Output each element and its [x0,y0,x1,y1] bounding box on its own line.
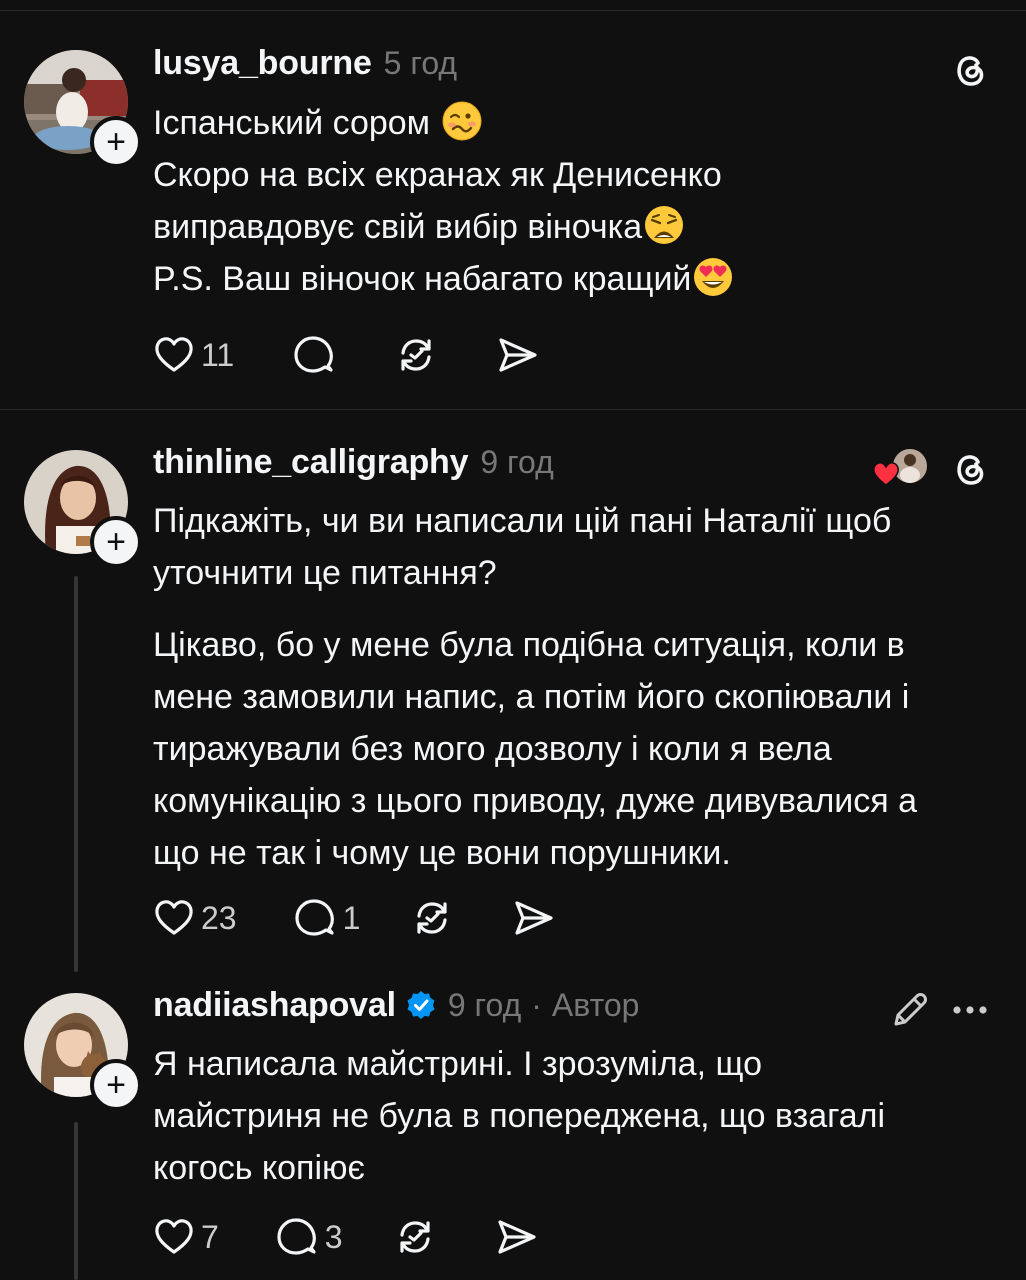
username[interactable]: lusya_bourne [153,44,372,83]
threads-logo-icon[interactable] [948,47,992,91]
post-divider [0,409,1026,410]
heart-icon [155,1219,193,1254]
post-time: 5 год [383,45,458,81]
body-line: когось копіює [153,1149,365,1187]
edit-pencil-icon[interactable] [888,988,932,1032]
reply-button[interactable] [292,333,336,377]
post-body: Підкажіть, чи ви написали цій пані Натал… [153,495,917,879]
send-icon [515,901,553,935]
post-actions: 11 [153,333,540,377]
post-actions: 23 1 [153,896,556,940]
share-button[interactable] [496,333,540,377]
reply-count: 3 [324,1218,343,1255]
body-line: мене замовили напис, а потім його скопію… [153,678,910,716]
body-line: Скоро на всіх екранах як Денисенко [153,156,722,194]
like-count: 11 [201,336,235,373]
username[interactable]: nadiiashapoval [153,986,396,1025]
body-line: уточнити це питання? [153,554,497,592]
meta-separator: · [531,987,542,1023]
post-header: nadiiashapoval 9 год · Автор [153,986,639,1030]
body-line: Іспанський сором [153,104,440,142]
repost-button[interactable] [410,896,454,940]
body-line: Підкажіть, чи ви написали цій пані Натал… [153,502,892,540]
body-line: P.S. Ваш віночок набагато кращий [153,260,692,298]
body-line: Цікаво, бо у мене була подібна ситуація,… [153,626,905,664]
follow-plus-button[interactable]: + [90,516,142,568]
like-count: 7 [201,1218,219,1255]
comment-bubble-icon [294,899,334,936]
follow-plus-button[interactable]: + [90,116,142,168]
body-line: виправдовує свій вибір віночка [153,208,643,246]
share-button[interactable] [512,896,556,940]
comment-bubble-icon [294,336,334,373]
post-time: 9 год [447,987,522,1023]
verified-badge-icon [407,991,435,1019]
author-label: Автор [551,987,640,1023]
body-line: тиражували без мого дозволу і коли я вел… [153,730,832,768]
heart-icon [155,900,193,935]
post-header: thinline_calligraphy 9 год [153,443,554,487]
post-body: Я написала майстрині. І зрозуміла, що ма… [153,1038,885,1194]
thread-line [74,576,78,972]
like-button[interactable]: 23 [153,896,237,940]
body-line: комунікацію з цього приводу, дуже дивува… [153,782,918,820]
woozy-face-emoji [442,101,481,141]
post-header: lusya_bourne 5 год [153,44,457,88]
more-options-icon[interactable] [948,988,992,1032]
send-icon [499,338,537,372]
post-body: Іспанський сором Скоро на всіх екранах я… [153,97,735,305]
weary-face-emoji [645,206,684,244]
send-icon [497,1220,536,1254]
username[interactable]: thinline_calligraphy [153,443,469,482]
repost-icon [401,339,431,371]
share-button[interactable] [495,1215,539,1259]
post-time: 9 год [480,444,554,480]
body-line: майстриня не була в попереджена, що взаг… [153,1097,886,1135]
liked-by-author-icon [873,447,929,486]
repost-icon [399,1221,430,1253]
top-divider [0,10,1026,11]
body-line: що не так і чому це вони порушники. [153,834,731,872]
like-button[interactable]: 11 [153,333,234,377]
reply-button[interactable]: 1 [293,896,361,940]
threads-logo-icon[interactable] [948,446,992,490]
heart-eyes-emoji [694,258,733,296]
repost-button[interactable] [394,333,438,377]
heart-icon [155,337,193,372]
like-count: 23 [201,899,237,936]
body-line: Я написала майстрині. І зрозуміла, що [153,1045,762,1083]
reply-count: 1 [342,899,361,936]
post-actions: 7 3 [153,1215,539,1259]
thread-line [74,1122,78,1280]
like-button[interactable]: 7 [153,1215,219,1259]
comment-bubble-icon [277,1218,316,1255]
follow-plus-button[interactable]: + [90,1059,142,1111]
repost-button[interactable] [393,1215,437,1259]
reply-button[interactable]: 3 [275,1215,343,1259]
repost-icon [417,902,447,934]
